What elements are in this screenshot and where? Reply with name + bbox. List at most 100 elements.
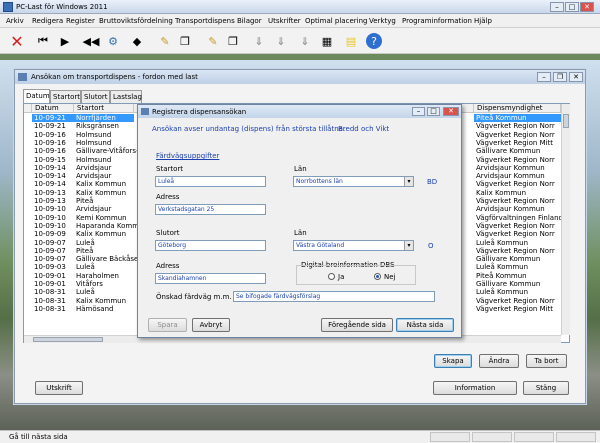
table-cell-startort[interactable]: Gällivare-Vitåfors-v: [74, 147, 143, 155]
menu-optimal-placering[interactable]: Optimal placering: [305, 17, 367, 25]
table-cell-startort[interactable]: Kalix Kommun: [74, 180, 134, 188]
table-cell-datum[interactable]: 10-09-14: [32, 180, 74, 188]
ta-bort-button[interactable]: Ta bort: [526, 354, 567, 368]
table-cell-dispensmyndighet[interactable]: Vägverket Region Norr: [474, 297, 561, 305]
menu-arkiv[interactable]: Arkiv: [6, 17, 24, 25]
table-cell-dispensmyndighet[interactable]: Arvidsjaur Kommun: [474, 172, 561, 180]
h-scrollbar-thumb[interactable]: [33, 337, 103, 342]
grid-icon[interactable]: ▦: [318, 32, 336, 50]
table-cell-datum[interactable]: 10-09-14: [32, 164, 74, 172]
table-cell-startort[interactable]: Hämösand: [74, 305, 134, 313]
table-cell-dispensmyndighet[interactable]: Vägverket Region Norr: [474, 180, 561, 188]
table-cell-dispensmyndighet[interactable]: Arvidsjaur Kommun: [474, 164, 561, 172]
table-cell-datum[interactable]: 10-09-21: [32, 114, 74, 122]
table-cell-dispensmyndighet[interactable]: Vägverket Region Norr: [474, 122, 561, 130]
table-cell-dispensmyndighet[interactable]: Gällivare Kommun: [474, 147, 561, 155]
utskrift-button[interactable]: Utskrift: [35, 381, 83, 395]
table-cell-dispensmyndighet[interactable]: Kalix Kommun: [474, 189, 561, 197]
spara-button[interactable]: Spara: [148, 318, 187, 332]
table-cell-datum[interactable]: 10-08-31: [32, 297, 74, 305]
table-cell-dispensmyndighet[interactable]: Vägverket Region Mitt: [474, 305, 561, 313]
tab-slutort[interactable]: Slutort: [81, 90, 110, 103]
table-cell-startort[interactable]: Riksgränsen: [74, 122, 134, 130]
avbryt-button[interactable]: Avbryt: [192, 318, 230, 332]
table-cell-dispensmyndighet[interactable]: Vägverket Region Norr: [474, 247, 561, 255]
table-cell-datum[interactable]: 10-09-09: [32, 230, 74, 238]
table-cell-startort[interactable]: Kemi Kommun: [74, 214, 134, 222]
fardvag-section-link[interactable]: Färdvägsuppgifter: [156, 152, 219, 160]
table-cell-dispensmyndighet[interactable]: Vägförvaltningen Finland: [474, 214, 563, 222]
main-minimize-button[interactable]: –: [537, 72, 551, 82]
move-down-icon-3[interactable]: ⇓: [296, 32, 314, 50]
table-cell-dispensmyndighet[interactable]: Vägverket Region Norr: [474, 131, 561, 139]
menu-bilagor[interactable]: Bilagor: [237, 17, 262, 25]
table-cell-dispensmyndighet[interactable]: Piteå Kommun: [474, 114, 561, 122]
delete-icon[interactable]: ✕: [8, 32, 26, 51]
table-cell-startort[interactable]: Vitåfors: [74, 280, 134, 288]
first-record-icon[interactable]: ⏮: [34, 32, 52, 50]
minimize-button[interactable]: –: [550, 2, 564, 12]
dialog-close-button[interactable]: ✕: [443, 107, 459, 116]
move-down-icon[interactable]: ⇓: [250, 32, 268, 50]
table-cell-startort[interactable]: Piteå: [74, 197, 134, 205]
tab-datum[interactable]: Datum: [23, 89, 50, 103]
scrollbar-thumb[interactable]: [563, 114, 569, 128]
table-cell-startort[interactable]: Kalix Kommun: [74, 230, 134, 238]
lan-select-1[interactable]: Norrbottens län ▾: [293, 176, 414, 187]
copy-pages-icon-2[interactable]: ❐: [224, 32, 242, 50]
menu-register[interactable]: Register: [66, 17, 95, 25]
table-cell-datum[interactable]: 10-09-03: [32, 263, 74, 271]
table-cell-startort[interactable]: Holmsund: [74, 131, 134, 139]
table-cell-datum[interactable]: 10-09-07: [32, 255, 74, 263]
table-cell-dispensmyndighet[interactable]: Luleå Kommun: [474, 263, 561, 271]
dialog-minimize-button[interactable]: –: [412, 107, 425, 116]
table-cell-startort[interactable]: Arvidsjaur: [74, 172, 134, 180]
main-close-button[interactable]: ✕: [569, 72, 583, 82]
table-cell-datum[interactable]: 10-09-15: [32, 156, 74, 164]
vertical-scrollbar[interactable]: [561, 104, 570, 335]
copy-pages-icon[interactable]: ❐: [176, 32, 194, 50]
table-cell-datum[interactable]: 10-09-21: [32, 122, 74, 130]
lan-select-2[interactable]: Västra Götaland ▾: [293, 240, 414, 251]
menu-hjalp[interactable]: Hjälp: [474, 17, 492, 25]
dialog-maximize-button[interactable]: □: [427, 107, 440, 116]
andra-button[interactable]: Ändra: [479, 354, 519, 368]
table-cell-datum[interactable]: 10-09-13: [32, 189, 74, 197]
column-header-datum[interactable]: Datum: [32, 104, 74, 113]
table-cell-datum[interactable]: 10-09-10: [32, 214, 74, 222]
settings-icon[interactable]: ⚙: [104, 32, 122, 50]
table-cell-startort[interactable]: Gällivare Bäckåse: [74, 255, 138, 263]
stang-button[interactable]: Stäng: [523, 381, 569, 395]
note-icon[interactable]: ▤: [342, 32, 360, 50]
table-cell-datum[interactable]: 10-09-14: [32, 172, 74, 180]
table-cell-datum[interactable]: 10-09-10: [32, 205, 74, 213]
tab-startort[interactable]: Startort: [50, 90, 81, 103]
table-cell-startort[interactable]: Piteå: [74, 247, 134, 255]
table-cell-startort[interactable]: Luleå: [74, 263, 134, 271]
nasta-sida-button[interactable]: Nästa sida: [396, 318, 454, 332]
table-cell-startort[interactable]: Haraholmen: [74, 272, 134, 280]
table-cell-dispensmyndighet[interactable]: Vägverket Region Mitt: [474, 139, 561, 147]
table-cell-dispensmyndighet[interactable]: Gällivare Kommun: [474, 280, 561, 288]
menu-bruttovikt[interactable]: Bruttoviktsfördelning: [99, 17, 173, 25]
menu-verktyg[interactable]: Verktyg: [369, 17, 396, 25]
information-button[interactable]: Information: [433, 381, 517, 395]
pencil-icon[interactable]: ✎: [156, 32, 174, 50]
table-cell-dispensmyndighet[interactable]: Vägverket Region Norr: [474, 156, 561, 164]
column-header-dispensmyndighet[interactable]: Dispensmyndighet: [474, 104, 561, 113]
rewind-icon[interactable]: ◀◀: [82, 32, 100, 50]
table-cell-startort[interactable]: Luleå: [74, 288, 134, 296]
skapa-button[interactable]: Skapa: [434, 354, 472, 368]
table-cell-datum[interactable]: 10-09-01: [32, 280, 74, 288]
table-cell-dispensmyndighet[interactable]: Vägverket Region Norr: [474, 230, 561, 238]
table-cell-datum[interactable]: 10-09-16: [32, 139, 74, 147]
eraser-icon[interactable]: ◆: [128, 32, 146, 50]
close-button[interactable]: ✕: [580, 2, 594, 12]
table-cell-datum[interactable]: 10-09-01: [32, 272, 74, 280]
table-cell-dispensmyndighet[interactable]: Vägverket Region Norr: [474, 197, 561, 205]
table-cell-startort[interactable]: Luleå: [74, 239, 134, 247]
slutort-input[interactable]: Göteborg: [155, 240, 266, 251]
table-cell-startort[interactable]: Arvidsjaur: [74, 164, 134, 172]
table-cell-datum[interactable]: 10-09-07: [32, 247, 74, 255]
table-cell-startort[interactable]: Kalix Kommun: [74, 297, 134, 305]
